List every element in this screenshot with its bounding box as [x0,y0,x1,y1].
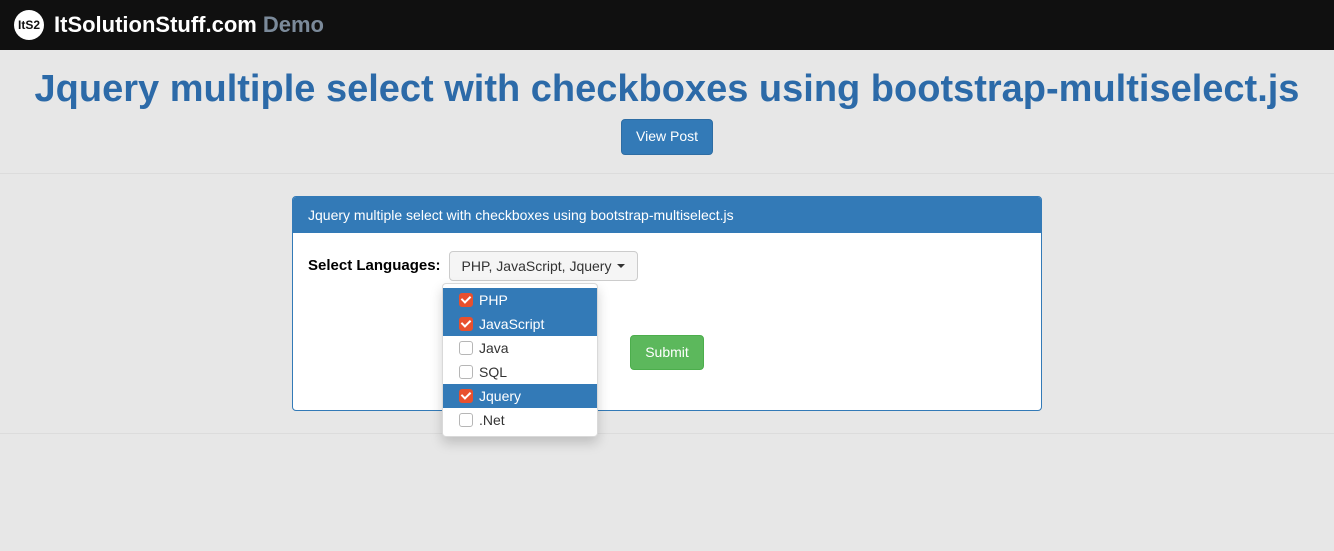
multiselect-option[interactable]: .Net [443,408,597,432]
navbar: ItS2 ItSolutionStuff.com Demo [0,0,1334,50]
view-post-button[interactable]: View Post [621,119,713,155]
multiselect-option[interactable]: Jquery [443,384,597,408]
chevron-down-icon [617,264,625,268]
option-label: Java [479,340,509,356]
panel-body: Select Languages: PHP, JavaScript, Jquer… [293,233,1041,411]
option-label: Jquery [479,388,521,404]
divider-bottom [0,433,1334,434]
multiselect-option[interactable]: Java [443,336,597,360]
panel-heading: Jquery multiple select with checkboxes u… [293,197,1041,233]
checkbox-icon[interactable] [459,365,473,379]
multiselect-option[interactable]: PHP [443,288,597,312]
view-post-wrap: View Post [0,119,1334,155]
page-title: Jquery multiple select with checkboxes u… [0,68,1334,111]
checkbox-icon[interactable] [459,389,473,403]
multiselect-toggle-button[interactable]: PHP, JavaScript, Jquery [449,251,639,281]
brand-logo[interactable]: ItS2 [14,10,44,40]
multiselect-option[interactable]: SQL [443,360,597,384]
divider-top [0,173,1334,174]
checkbox-icon[interactable] [459,413,473,427]
demo-label: Demo [263,12,324,38]
multiselect-option[interactable]: JavaScript [443,312,597,336]
option-label: JavaScript [479,316,544,332]
demo-panel: Jquery multiple select with checkboxes u… [292,196,1042,412]
option-label: .Net [479,412,505,428]
checkbox-icon[interactable] [459,293,473,307]
checkbox-icon[interactable] [459,341,473,355]
select-languages-label: Select Languages: [308,257,441,274]
submit-wrap: Submit [308,335,1026,371]
multiselect-dropdown: PHP JavaScript Java SQL Jquery .Net [442,283,598,437]
multiselect-selected-text: PHP, JavaScript, Jquery [462,258,612,274]
form-row: Select Languages: PHP, JavaScript, Jquer… [308,251,1026,281]
option-label: SQL [479,364,507,380]
checkbox-icon[interactable] [459,317,473,331]
brand-name[interactable]: ItSolutionStuff.com [54,12,257,38]
option-label: PHP [479,292,508,308]
submit-button[interactable]: Submit [630,335,704,371]
